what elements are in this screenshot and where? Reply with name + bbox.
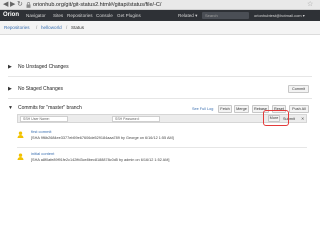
orion-logo[interactable]: Orion [3,11,19,20]
commits-title: Commits for "master" branch [18,105,82,111]
unstaged-title: No Unstaged Changes [18,64,69,70]
user-menu[interactable]: orionhubtest@hotmail.com ▾ [254,11,305,20]
nav-console[interactable]: Console [96,11,113,20]
address-bar[interactable]: orionhub.org/git/git-status2.html#/gitap… [33,1,161,9]
commit-title-link[interactable]: initial content [31,151,54,156]
expand-triangle-icon[interactable]: ▶ [8,64,12,70]
commit-meta: [SHA a8f0afe89f91fe2c142ffd3ce8bec818887… [31,158,170,162]
breadcrumb: Repositories / helloworld / Status [0,21,320,35]
staged-title: No Staged Changes [18,86,64,92]
breadcrumb-separator: / [36,25,38,30]
related-menu[interactable]: Related ▾ [178,11,197,20]
back-icon[interactable]: ◀ [3,1,8,9]
search-input[interactable]: Search [202,12,249,19]
commit-author-icon [17,131,24,138]
lock-icon [26,2,31,8]
breadcrumb-current: Status [71,25,85,30]
see-full-log-link[interactable]: See Full Log [192,106,213,112]
commit-item[interactable]: initial content [SHA a8f0afe89f91fe2c142… [17,150,307,170]
more-button-highlight [263,110,289,126]
top-navigation: Orion Navigator Sites Repositories Conso… [0,10,320,21]
commit-meta: [SHA 9f6b2684ee3377eb59e67606de529184aaa… [31,136,174,140]
commit-item[interactable]: first commit [SHA 9f6b2684ee3377eb59e676… [17,128,307,148]
commit-title-link[interactable]: first commit [31,129,51,134]
nav-repositories[interactable]: Repositories [67,11,93,20]
browser-toolbar: ◀ ▶ ↻ orionhub.org/git/git-status2.html#… [0,0,320,10]
breadcrumb-repo[interactable]: helloworld [41,24,62,32]
close-icon[interactable]: ✕ [301,116,304,122]
divider [8,98,312,99]
breadcrumb-separator: / [66,25,68,30]
divider [8,76,312,77]
expand-triangle-icon[interactable]: ▶ [8,86,12,92]
merge-button[interactable]: Merge [234,105,249,113]
forward-icon[interactable]: ▶ [10,1,15,9]
collapse-triangle-icon[interactable]: ▼ [8,105,13,111]
nav-navigator[interactable]: Navigator [26,11,46,20]
ssh-password-input[interactable]: SSH Password: [112,116,160,122]
divider [17,147,307,148]
ssh-user-name-input[interactable]: SSH User Name: [20,116,68,122]
push-all-button[interactable]: Push All [289,105,309,113]
commit-button[interactable]: Commit [288,85,309,93]
bookmark-star-icon[interactable]: ☆ [307,1,313,9]
reload-icon[interactable]: ↻ [17,1,23,9]
staged-section[interactable]: ▶ No Staged Changes [8,83,312,95]
commit-author-icon [17,153,24,160]
nav-sites[interactable]: Sites [53,11,63,20]
fetch-button[interactable]: Fetch [218,105,232,113]
nav-get-plugins[interactable]: Get Plugins [117,11,141,20]
unstaged-section[interactable]: ▶ No Unstaged Changes [8,61,312,73]
breadcrumb-repositories[interactable]: Repositories [4,24,30,32]
